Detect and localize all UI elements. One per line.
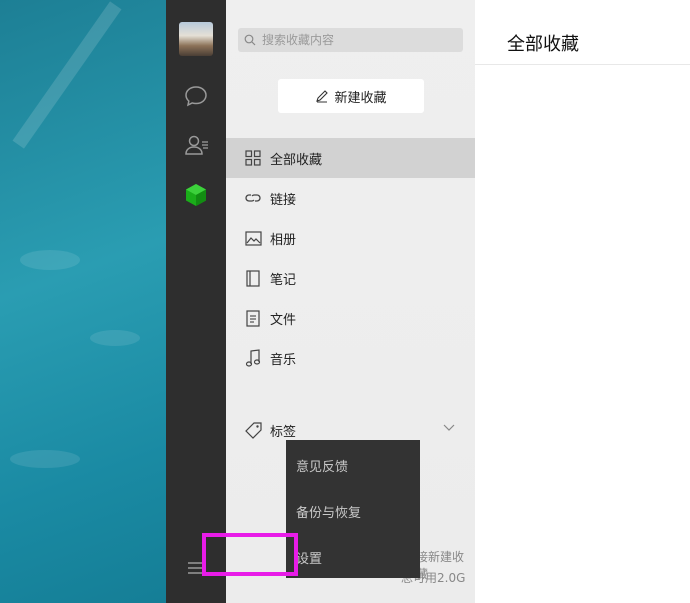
music-icon: [244, 349, 262, 367]
settings-highlight-box: [202, 533, 298, 576]
left-nav-bar: [166, 0, 226, 603]
avatar[interactable]: [179, 22, 213, 56]
category-notes[interactable]: 笔记: [226, 258, 475, 298]
main-header: 全部收藏: [475, 0, 690, 65]
category-label: 音乐: [270, 352, 297, 368]
settings-popup-menu: 意见反馈 备份与恢复 设置: [286, 440, 420, 578]
favorites-window: 新建收藏 全部收藏 链接 相册 笔记: [166, 0, 690, 603]
search-input[interactable]: [262, 31, 457, 49]
favorites-cube-icon[interactable]: [182, 181, 210, 209]
category-links[interactable]: 链接: [226, 178, 475, 218]
caustic: [90, 330, 140, 346]
menu-item-settings[interactable]: 设置: [296, 548, 322, 567]
grid-icon: [244, 149, 262, 167]
desktop-background: [0, 0, 166, 603]
new-favorite-button[interactable]: 新建收藏: [278, 79, 424, 113]
pencil-icon: [316, 90, 329, 103]
chevron-down-icon: [443, 424, 455, 431]
menu-item-backup-restore[interactable]: 备份与恢复: [296, 502, 361, 521]
category-label: 链接: [270, 192, 297, 208]
caustic: [10, 450, 80, 468]
menu-item-feedback[interactable]: 意见反馈: [296, 456, 348, 475]
category-label: 文件: [270, 312, 297, 328]
caustic: [20, 250, 80, 270]
file-icon: [244, 309, 262, 327]
category-album[interactable]: 相册: [226, 218, 475, 258]
watermark-url: jingyan.baidu.com: [544, 570, 637, 581]
category-label: 笔记: [270, 272, 297, 288]
category-music[interactable]: 音乐: [226, 338, 475, 378]
link-icon: [244, 189, 262, 207]
chat-icon[interactable]: [182, 82, 210, 110]
search-box[interactable]: [238, 28, 463, 52]
new-favorite-label: 新建收藏: [334, 90, 387, 106]
image-icon: [244, 229, 262, 247]
page-title: 全部收藏: [507, 34, 579, 55]
favorites-sidebar: 新建收藏 全部收藏 链接 相册 笔记: [226, 0, 475, 603]
category-files[interactable]: 文件: [226, 298, 475, 338]
tag-icon: [244, 421, 262, 439]
contacts-icon[interactable]: [182, 131, 210, 159]
main-content: 全部收藏: [475, 0, 690, 603]
light-ray: [12, 1, 122, 149]
category-all[interactable]: 全部收藏: [226, 138, 475, 178]
category-label: 相册: [270, 232, 297, 248]
category-label: 全部收藏: [270, 152, 323, 168]
watermark-logo: Bai经验: [528, 546, 612, 571]
search-icon: [244, 34, 256, 46]
note-icon: [244, 269, 262, 287]
tags-label: 标签: [270, 424, 297, 440]
